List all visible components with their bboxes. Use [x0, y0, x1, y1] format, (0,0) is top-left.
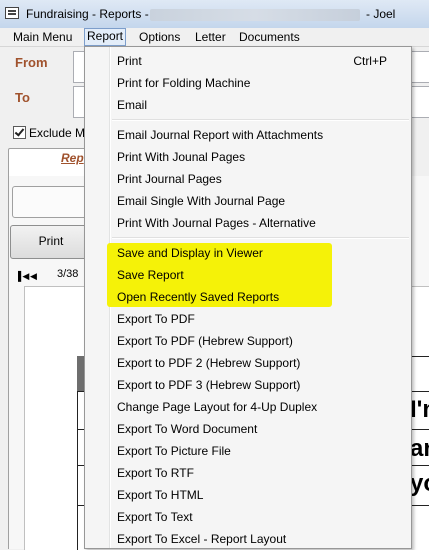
report-text-fragment: I'm: [410, 396, 429, 423]
menu-item-export-word[interactable]: Export To Word Document: [117, 419, 257, 439]
report-text-fragment: yo: [410, 470, 429, 497]
report-text-fragment: ar: [410, 435, 429, 462]
menu-item-print-folding[interactable]: Print for Folding Machine: [117, 73, 250, 93]
menu-letter[interactable]: Letter: [193, 29, 228, 45]
menu-item-email[interactable]: Email: [117, 95, 147, 115]
menu-item-export-picture[interactable]: Export To Picture File: [117, 441, 231, 461]
menu-item-open-recent[interactable]: Open Recently Saved Reports: [117, 287, 279, 307]
window-title-user: - Joel: [366, 7, 396, 21]
menu-item-export-text[interactable]: Export To Text: [117, 507, 193, 527]
menu-bar: Main Menu Report Options Letter Document…: [0, 28, 429, 47]
previous-page-icon[interactable]: ◀: [30, 271, 37, 282]
menu-item-email-journal-attachments[interactable]: Email Journal Report with Attachments: [117, 125, 323, 145]
menu-item-email-single-journal[interactable]: Email Single With Journal Page: [117, 191, 285, 211]
menu-item-export-html[interactable]: Export To HTML: [117, 485, 203, 505]
first-page-icon[interactable]: ▌◀: [18, 271, 29, 282]
menu-item-export-pdf3-hebrew[interactable]: Export to PDF 3 (Hebrew Support): [117, 375, 300, 395]
menu-documents[interactable]: Documents: [237, 29, 302, 45]
menu-separator: [112, 119, 409, 121]
menu-item-print-journal-alternative[interactable]: Print With Journal Pages - Alternative: [117, 213, 316, 233]
menu-item-print-journal-pages[interactable]: Print Journal Pages: [117, 169, 222, 189]
menu-item-export-pdf2-hebrew[interactable]: Export to PDF 2 (Hebrew Support): [117, 353, 300, 373]
menu-item-export-excel[interactable]: Export To Excel - Report Layout: [117, 529, 286, 549]
menu-item-save-report[interactable]: Save Report: [117, 265, 184, 285]
to-label: To: [15, 90, 30, 105]
menu-main-menu[interactable]: Main Menu: [11, 29, 74, 45]
exclude-row: Exclude M: [13, 126, 85, 140]
window-title: Fundraising - Reports -: [26, 7, 149, 21]
menu-separator: [112, 237, 409, 239]
sub-tab[interactable]: [12, 186, 94, 218]
menu-item-print-with-jounal-pages[interactable]: Print With Jounal Pages: [117, 147, 245, 167]
print-button[interactable]: Print: [10, 225, 92, 259]
exclude-checkbox[interactable]: [13, 126, 26, 139]
menu-options[interactable]: Options: [137, 29, 182, 45]
menu-item-save-and-display[interactable]: Save and Display in Viewer: [117, 243, 263, 263]
menu-item-label: Print: [117, 54, 142, 68]
menu-report[interactable]: Report: [84, 28, 127, 46]
title-bar: Fundraising - Reports - - Joel: [0, 0, 429, 29]
report-dropdown-menu: Print Ctrl+P Print for Folding Machine Em…: [84, 46, 412, 549]
exclude-label: Exclude M: [29, 126, 86, 140]
menu-item-export-pdf[interactable]: Export To PDF: [117, 309, 195, 329]
tab-reports-label: Rep: [61, 151, 84, 165]
redacted-title-segment: [150, 9, 360, 21]
menu-item-change-layout[interactable]: Change Page Layout for 4-Up Duplex: [117, 397, 317, 417]
page-indicator: 3/38: [57, 268, 79, 280]
from-label: From: [15, 55, 48, 70]
menu-item-print[interactable]: Print Ctrl+P: [117, 51, 407, 71]
menu-item-export-rtf[interactable]: Export To RTF: [117, 463, 194, 483]
menu-item-export-pdf-hebrew[interactable]: Export To PDF (Hebrew Support): [117, 331, 293, 351]
shortcut-label: Ctrl+P: [353, 54, 387, 68]
app-window-icon: [5, 7, 19, 19]
